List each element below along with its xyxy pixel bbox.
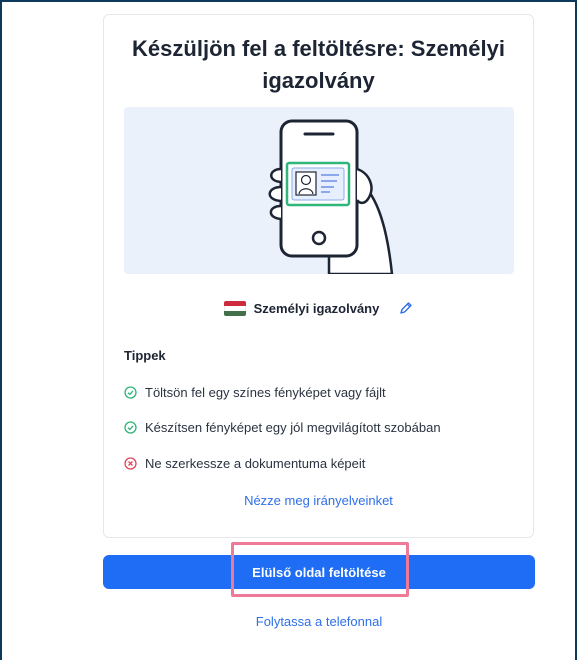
check-circle-icon: [124, 421, 137, 434]
page-title: Készüljön fel a feltöltésre: Személyi ig…: [104, 33, 533, 97]
phone-id-illustration: [124, 107, 514, 274]
document-type-label: Személyi igazolvány: [253, 300, 380, 316]
pencil-edit-icon[interactable]: [399, 301, 413, 315]
title-line-2: igazolvány: [262, 68, 375, 93]
upload-front-button[interactable]: Elülső oldal feltöltése: [103, 555, 535, 589]
tip-item: Töltsön fel egy színes fényképet vagy fá…: [124, 385, 386, 400]
continue-with-phone-link[interactable]: Folytassa a telefonnal: [103, 614, 535, 629]
tips-heading: Tippek: [124, 348, 166, 363]
guidelines-link[interactable]: Nézze meg irányelveinket: [104, 493, 533, 508]
title-line-1: Készüljön fel a feltöltésre: Személyi: [132, 36, 505, 61]
tip-text: Töltsön fel egy színes fényképet vagy fá…: [145, 385, 386, 400]
tip-text: Ne szerkessze a dokumentuma képeit: [145, 456, 366, 471]
upload-prep-card: Készüljön fel a feltöltésre: Személyi ig…: [103, 14, 534, 538]
tip-item: Készítsen fényképet egy jól megvilágítot…: [124, 420, 441, 435]
hungary-flag-icon: [223, 300, 246, 316]
x-circle-icon: [124, 457, 137, 470]
tip-item: Ne szerkessze a dokumentuma képeit: [124, 456, 365, 471]
document-type-row: Személyi igazolvány: [104, 298, 533, 318]
phone-with-id-card-icon: [268, 119, 394, 274]
check-circle-icon: [124, 386, 137, 399]
tip-text: Készítsen fényképet egy jól megvilágítot…: [145, 420, 441, 435]
